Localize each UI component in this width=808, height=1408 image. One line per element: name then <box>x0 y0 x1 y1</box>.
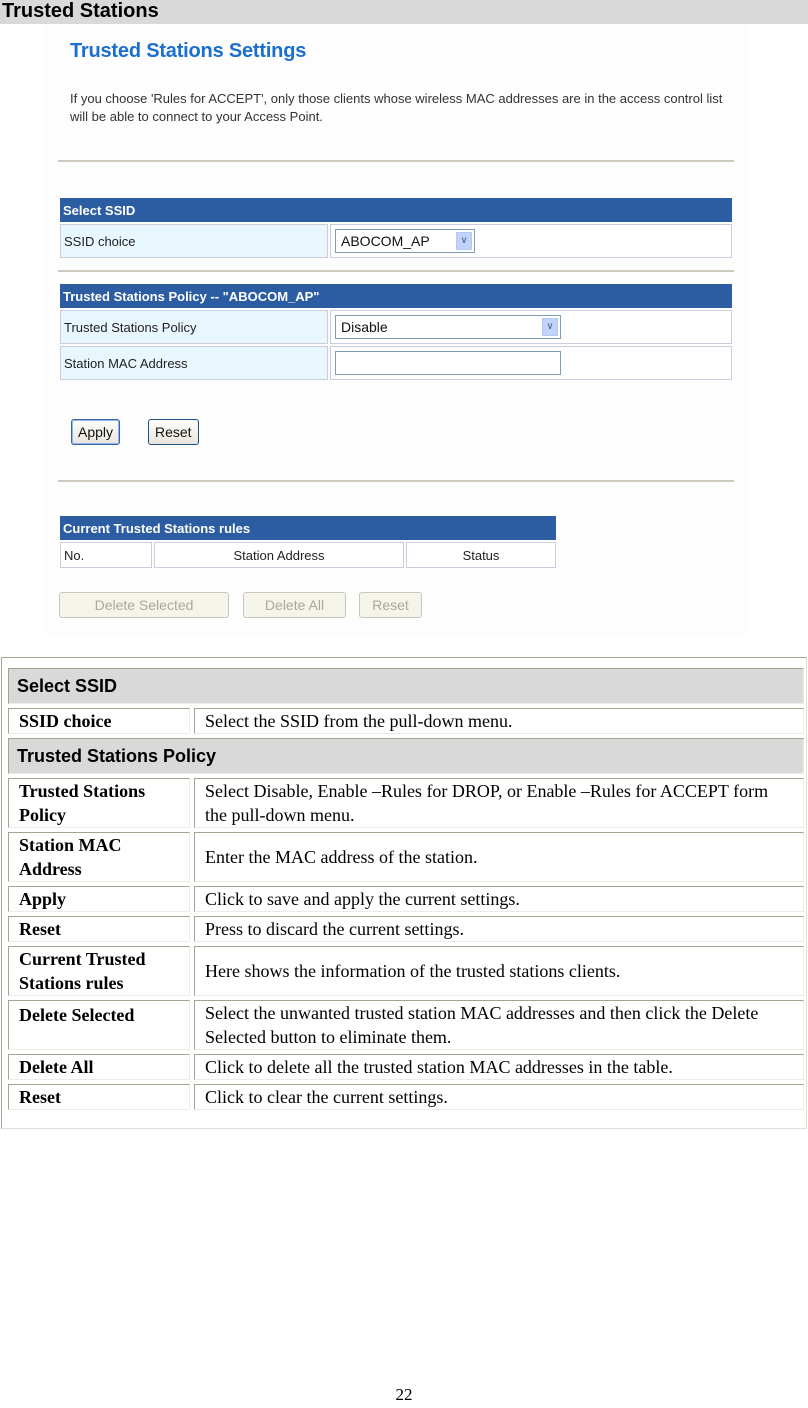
divider <box>58 270 734 272</box>
select-ssid-header: Select SSID <box>60 198 732 222</box>
row-key: SSID choice <box>8 708 190 734</box>
settings-title: Trusted Stations Settings <box>70 40 307 62</box>
delete-all-button[interactable]: Delete All <box>243 592 346 618</box>
policy-header: Trusted Stations Policy -- "ABOCOM_AP" <box>60 284 732 308</box>
settings-screenshot: Trusted Stations Settings If you choose … <box>46 24 746 636</box>
row-value: Select Disable, Enable –Rules for DROP, … <box>194 778 804 828</box>
description-table: Select SSID SSID choice Select the SSID … <box>8 664 804 1114</box>
mac-address-label: Station MAC Address <box>60 346 328 380</box>
rules-reset-button[interactable]: Reset <box>359 592 422 618</box>
row-value: Select the unwanted trusted station MAC … <box>194 1000 804 1050</box>
section-heading: Trusted Stations <box>0 0 808 24</box>
ssid-choice-select[interactable]: ABOCOM_AP ∨ <box>335 229 475 253</box>
chevron-down-icon[interactable]: ∨ <box>542 318 558 336</box>
delete-selected-button[interactable]: Delete Selected <box>59 592 229 618</box>
reset-button[interactable]: Reset <box>148 419 199 445</box>
row-key: Trusted Stations Policy <box>8 778 190 828</box>
group-header: Trusted Stations Policy <box>8 738 804 774</box>
mac-address-input[interactable] <box>335 351 561 375</box>
rules-table: Current Trusted Stations rules No. Stati… <box>58 514 558 570</box>
row-value: Select the SSID from the pull-down menu. <box>194 708 804 734</box>
row-value: Enter the MAC address of the station. <box>194 832 804 882</box>
ssid-choice-label: SSID choice <box>60 224 328 258</box>
row-value: Press to discard the current settings. <box>194 916 804 942</box>
ssid-choice-value: ABOCOM_AP <box>341 233 430 249</box>
table-row: Reset Click to clear the current setting… <box>8 1084 804 1110</box>
divider <box>58 480 734 482</box>
page-number: 22 <box>395 1385 413 1404</box>
description-table-frame: Select SSID SSID choice Select the SSID … <box>1 657 807 1129</box>
row-value: Click to clear the current settings. <box>194 1084 804 1110</box>
policy-table: Trusted Stations Policy -- "ABOCOM_AP" T… <box>58 282 734 382</box>
rules-header: Current Trusted Stations rules <box>60 516 556 540</box>
table-row: Current Trusted Stations rules Here show… <box>8 946 804 996</box>
column-station-address: Station Address <box>154 542 404 568</box>
section-title: Trusted Stations <box>2 0 159 22</box>
chevron-down-icon[interactable]: ∨ <box>456 232 472 250</box>
policy-select[interactable]: Disable ∨ <box>335 315 561 339</box>
group-header: Select SSID <box>8 668 804 704</box>
row-key: Delete Selected <box>8 1000 190 1050</box>
policy-value: Disable <box>341 319 388 335</box>
row-key: Reset <box>8 1084 190 1110</box>
column-no: No. <box>60 542 152 568</box>
table-row: Delete All Click to delete all the trust… <box>8 1054 804 1080</box>
table-row: Trusted Stations Policy Select Disable, … <box>8 778 804 828</box>
row-key: Reset <box>8 916 190 942</box>
row-value: Click to delete all the trusted station … <box>194 1054 804 1080</box>
table-row: Apply Click to save and apply the curren… <box>8 886 804 912</box>
column-status: Status <box>406 542 556 568</box>
row-value: Click to save and apply the current sett… <box>194 886 804 912</box>
row-key: Delete All <box>8 1054 190 1080</box>
divider <box>58 160 734 162</box>
row-key: Apply <box>8 886 190 912</box>
table-row: Delete Selected Select the unwanted trus… <box>8 1000 804 1050</box>
table-row: Station MAC Address Enter the MAC addres… <box>8 832 804 882</box>
row-value: Here shows the information of the truste… <box>194 946 804 996</box>
row-key: Station MAC Address <box>8 832 190 882</box>
apply-button[interactable]: Apply <box>71 419 121 445</box>
select-ssid-table: Select SSID SSID choice ABOCOM_AP ∨ <box>58 196 734 260</box>
table-row: SSID choice Select the SSID from the pul… <box>8 708 804 734</box>
table-row: Reset Press to discard the current setti… <box>8 916 804 942</box>
settings-description: If you choose 'Rules for ACCEPT', only t… <box>70 91 723 124</box>
policy-label: Trusted Stations Policy <box>60 310 328 344</box>
row-key: Current Trusted Stations rules <box>8 946 190 996</box>
